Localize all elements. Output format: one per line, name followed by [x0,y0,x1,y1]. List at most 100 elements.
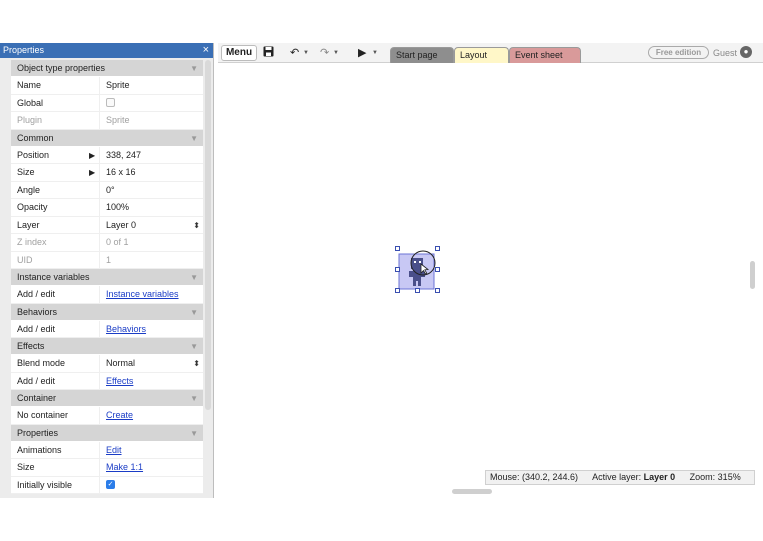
resize-handle[interactable] [395,288,400,293]
section-container[interactable]: Container ▼ [11,390,203,407]
menu-button[interactable]: Menu [221,45,257,61]
play-dropdown-icon[interactable]: ▼ [372,46,378,60]
sprite-instance[interactable] [395,246,440,293]
blend-mode-select[interactable]: Normal ⬍ [99,355,203,372]
prop-row-angle[interactable]: Angle 0° [11,181,203,199]
layer-select[interactable]: Layer 0 ⬍ [99,216,203,233]
status-bar: Mouse: (340.2, 244.6) Active layer: Laye… [485,470,755,485]
properties-title: Properties [3,45,45,55]
resize-handle[interactable] [395,267,400,272]
resize-handle[interactable] [435,288,440,293]
section-behaviors[interactable]: Behaviors ▼ [11,303,203,321]
resize-handle[interactable] [395,246,400,251]
angle-field[interactable]: 0° [99,181,203,198]
prop-key: Layer [17,219,40,230]
prop-key: Angle [17,184,41,195]
prop-key: UID [17,254,33,265]
prop-key: Add / edit [17,289,56,299]
prop-row-effects[interactable]: Add / edit Effects [11,372,203,390]
resize-handle[interactable] [415,288,420,293]
prop-row-blend-mode[interactable]: Blend mode Normal ⬍ [11,355,203,373]
resize-handle[interactable] [435,267,440,272]
prop-row-behaviors[interactable]: Add / edit Behaviors [11,320,203,338]
redo-dropdown-icon[interactable]: ▼ [333,46,339,60]
expand-triangle-icon[interactable]: ▶ [89,147,95,164]
prop-key: Size [17,167,35,177]
section-label: Container [17,393,57,403]
instance-variables-link[interactable]: Instance variables [106,289,179,299]
chevron-down-icon[interactable]: ▼ [190,304,198,321]
create-container-link[interactable]: Create [106,410,133,420]
undo-icon[interactable]: ↶ [290,46,299,60]
section-instance-variables[interactable]: Instance variables ▼ [11,269,203,286]
initially-visible-checkbox[interactable]: ✓ [106,479,115,489]
tab-layout-1[interactable]: Layout 1× [454,47,509,75]
prop-row-global[interactable]: Global [11,94,203,112]
chevron-down-icon[interactable]: ▼ [190,269,198,286]
prop-row-instance-variables[interactable]: Add / edit Instance variables [11,286,203,304]
prop-row-name[interactable]: Name Sprite [11,77,203,95]
prop-key: No container [17,410,69,420]
select-arrows-icon: ⬍ [193,220,200,230]
section-label: Instance variables [17,272,90,282]
effects-link[interactable]: Effects [106,376,133,386]
prop-row-size[interactable]: Size ▶ 16 x 16 [11,164,203,182]
layer-select-value: Layer 0 [106,219,137,230]
prop-row-initially-visible[interactable]: Initially visible ✓ [11,476,203,494]
active-layer-label: Active layer: [592,472,642,482]
prop-row-layer[interactable]: Layer Layer 0 ⬍ [11,216,203,234]
prop-key: Plugin [17,115,43,125]
prop-row-size-make[interactable]: Size Make 1:1 [11,459,203,477]
name-field[interactable]: Sprite [99,77,203,94]
canvas-horizontal-scrollbar[interactable] [452,489,492,494]
size-field[interactable]: 16 x 16 [106,167,136,177]
layout-canvas[interactable]: Mouse: (340.2, 244.6) Active layer: Laye… [218,63,763,498]
prop-key: Add / edit [17,323,56,334]
prop-row-animations[interactable]: Animations Edit [11,441,203,459]
chevron-down-icon[interactable]: ▼ [190,60,198,77]
properties-titlebar: Properties × [0,43,213,58]
select-arrows-icon: ⬍ [193,359,200,368]
section-common[interactable]: Common ▼ [11,129,203,147]
redo-icon[interactable]: ↷ [320,46,329,60]
edition-badge[interactable]: Free edition [648,46,709,59]
chevron-down-icon[interactable]: ▼ [190,425,198,442]
canvas-vertical-scrollbar[interactable] [750,261,755,289]
user-icon[interactable]: ● [740,46,752,58]
tab-start-page[interactable]: Start page [390,47,454,63]
edit-animations-link[interactable]: Edit [106,445,122,455]
prop-key: Global [17,97,44,108]
section-properties[interactable]: Properties ▼ [11,424,203,442]
opacity-field[interactable]: 100% [99,199,203,216]
close-icon[interactable]: × [203,43,209,58]
prop-key: Opacity [17,202,48,212]
chevron-down-icon[interactable]: ▼ [190,390,198,407]
properties-panel: Properties × Object type properties ▼ Nam… [0,43,214,498]
behaviors-link[interactable]: Behaviors [106,324,146,334]
chevron-down-icon[interactable]: ▼ [190,338,198,355]
tab-event-sheet-1[interactable]: Event sheet 1× [509,47,581,75]
position-field[interactable]: 338, 247 [106,150,141,160]
section-object-type[interactable]: Object type properties ▼ [11,60,203,77]
resize-handle[interactable] [435,246,440,251]
expand-triangle-icon[interactable]: ▶ [89,164,95,181]
undo-dropdown-icon[interactable]: ▼ [303,46,309,60]
save-icon[interactable] [263,46,274,61]
make-1-1-link[interactable]: Make 1:1 [106,462,143,472]
tab-label: Start page [396,50,438,60]
chevron-down-icon[interactable]: ▼ [190,130,198,147]
app-window: Properties × Object type properties ▼ Nam… [0,43,763,498]
section-effects[interactable]: Effects ▼ [11,338,203,355]
play-icon[interactable]: ▶ [358,46,366,60]
properties-scrollbar[interactable] [205,60,211,410]
section-label: Properties [17,427,59,438]
sprite-graphic [398,250,436,290]
prop-row-zindex: Z index 0 of 1 [11,234,203,252]
user-name[interactable]: Guest [713,46,737,60]
prop-row-container[interactable]: No container Create [11,407,203,425]
global-checkbox[interactable] [106,97,115,107]
section-label: Object type properties [17,63,106,73]
prop-row-opacity[interactable]: Opacity 100% [11,199,203,217]
prop-row-position[interactable]: Position ▶ 338, 247 [11,146,203,164]
prop-key: Size [17,462,35,472]
